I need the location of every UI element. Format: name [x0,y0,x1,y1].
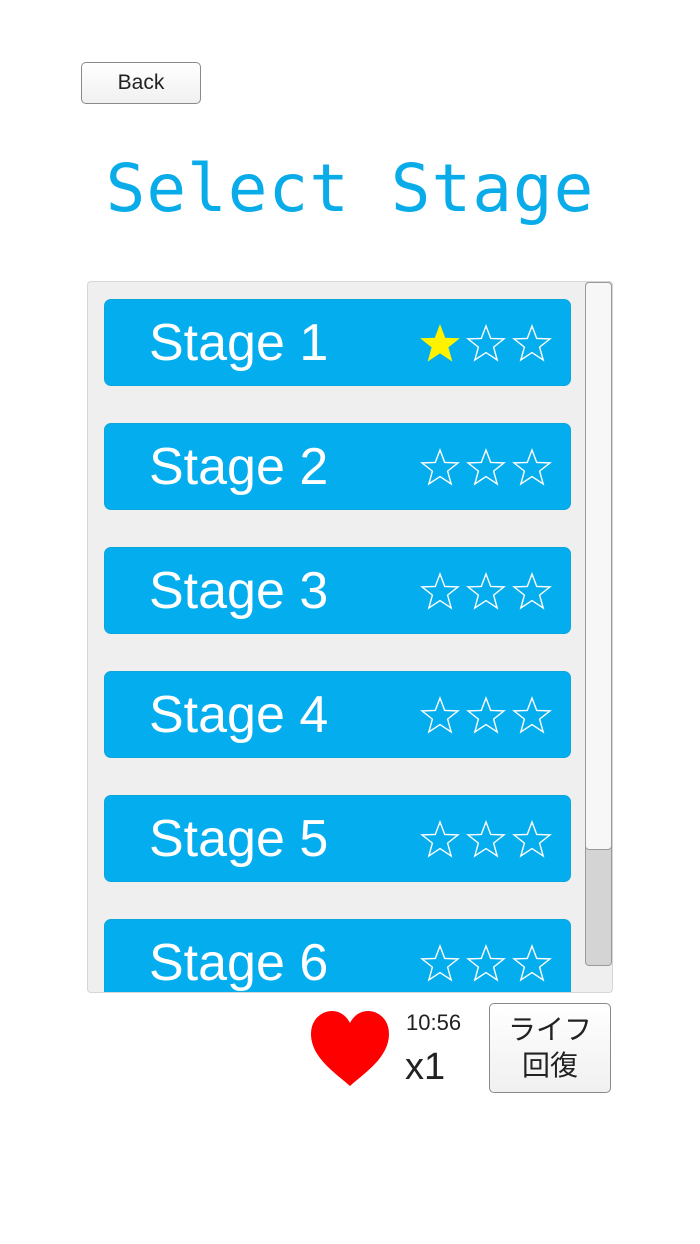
stage-stars [420,300,552,387]
star-outline-icon [466,943,506,982]
stage-button-6[interactable]: Stage 6 [104,919,571,992]
stage-list-panel[interactable]: Stage 1 Stage 2 Stage 3 Stage 4 Stage 5 Stage… [87,281,613,993]
star-outline-icon [420,571,460,610]
star-outline-icon [420,943,460,982]
stage-button-4[interactable]: Stage 4 [104,671,571,758]
stage-label: Stage 6 [149,934,329,992]
star-outline-icon [512,323,552,362]
stage-stars [420,548,552,635]
recover-label-line2: 回復 [521,1049,578,1082]
life-count: x1 [405,1046,446,1088]
star-outline-icon [466,571,506,610]
star-outline-icon [512,943,552,982]
star-filled-icon [420,323,460,362]
life-timer: 10:56 [406,1010,462,1035]
stage-label: Stage 5 [149,810,329,868]
stage-button-3[interactable]: Stage 3 [104,547,571,634]
stage-list: Stage 1 Stage 2 Stage 3 Stage 4 Stage 5 Stage… [104,299,571,992]
star-outline-icon [420,819,460,858]
stage-stars [420,424,552,511]
scrollbar[interactable] [585,282,612,966]
recover-life-button[interactable]: ライフ 回復 [489,1003,611,1093]
stage-button-1[interactable]: Stage 1 [104,299,571,386]
back-button[interactable]: Back [81,62,201,104]
star-outline-icon [466,447,506,486]
star-outline-icon [512,571,552,610]
star-outline-icon [512,695,552,734]
stage-button-5[interactable]: Stage 5 [104,795,571,882]
star-outline-icon [420,447,460,486]
stage-stars [420,796,552,883]
stage-button-2[interactable]: Stage 2 [104,423,571,510]
scrollbar-thumb[interactable] [585,282,612,850]
heart-icon [311,1011,389,1086]
stage-label: Stage 3 [149,562,329,620]
stage-label: Stage 2 [149,438,329,496]
star-outline-icon [512,447,552,486]
page-title: Select Stage [105,150,595,227]
star-outline-icon [466,819,506,858]
stage-label: Stage 1 [149,314,329,372]
recover-label-line1: ライフ [507,1013,592,1046]
star-outline-icon [466,323,506,362]
stage-stars [420,920,552,992]
star-outline-icon [420,695,460,734]
stage-label: Stage 4 [149,686,329,744]
star-outline-icon [466,695,506,734]
stage-stars [420,672,552,759]
star-outline-icon [512,819,552,858]
